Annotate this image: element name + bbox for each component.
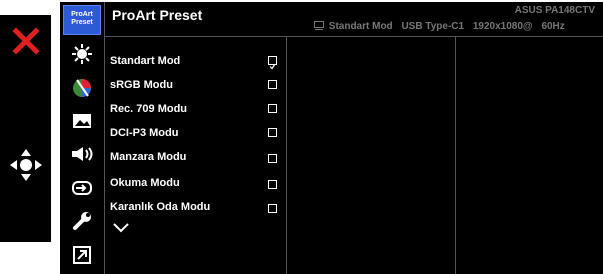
system-setup-icon[interactable] [68,210,96,232]
status-mode: Standart Mod [328,21,393,32]
color-icon[interactable] [68,77,96,99]
chevron-down-icon[interactable] [112,221,130,239]
menu-item-rec709-modu[interactable]: Rec. 709 Modu [110,103,187,115]
model-name: ASUS PA148CTV [514,5,595,16]
image-icon[interactable] [68,110,96,132]
preset-list: Standart Mod sRGB Modu Rec. 709 Modu DCI… [104,37,287,274]
menu-item-manzara-modu[interactable]: Manzara Modu [110,151,186,163]
checkbox-rec709-modu[interactable] [268,104,277,113]
monitor-keys-strip [0,15,51,242]
checkbox-karanlik-oda-modu[interactable] [268,204,277,213]
checkbox-okuma-modu[interactable] [268,180,277,189]
monitor-icon [314,21,324,30]
checkbox-manzara-modu[interactable] [268,154,277,163]
checkbox-srgb-modu[interactable] [268,80,277,89]
sound-icon[interactable] [68,143,96,165]
menu-item-karanlik-oda-modu[interactable]: Karanlık Oda Modu [110,201,210,213]
status-resolution: 1920x1080@ [472,21,533,32]
page-title: ProArt Preset [112,7,203,23]
input-select-icon[interactable] [68,177,96,199]
main-menu-icon-bar: ProArt Preset [60,2,105,274]
brightness-icon[interactable] [68,43,96,65]
status-bar: Standart Mod USB Type-C1 1920x1080@ 60Hz [314,21,571,32]
shortcut-icon[interactable] [68,244,96,266]
checkbox-standart-mod[interactable] [268,56,277,70]
menu-item-standart-mod[interactable]: Standart Mod [110,55,180,67]
five-way-joystick-icon[interactable] [8,147,44,183]
osd-menu: ProArt Preset ProArt Preset ASUS PA148CT… [60,2,603,274]
menu-item-okuma-modu[interactable]: Okuma Modu [110,177,180,189]
tab-label: ProArt Preset [71,11,93,26]
status-input: USB Type-C1 [401,21,465,32]
menu-item-dci-p3-modu[interactable]: DCI-P3 Modu [110,127,178,139]
tab-proart-preset[interactable]: ProArt Preset [63,5,101,35]
checkbox-dci-p3-modu[interactable] [268,128,277,137]
menu-item-srgb-modu[interactable]: sRGB Modu [110,79,173,91]
submenu-panel [287,37,456,274]
close-icon[interactable] [8,23,44,59]
status-refresh: 60Hz [541,21,565,32]
